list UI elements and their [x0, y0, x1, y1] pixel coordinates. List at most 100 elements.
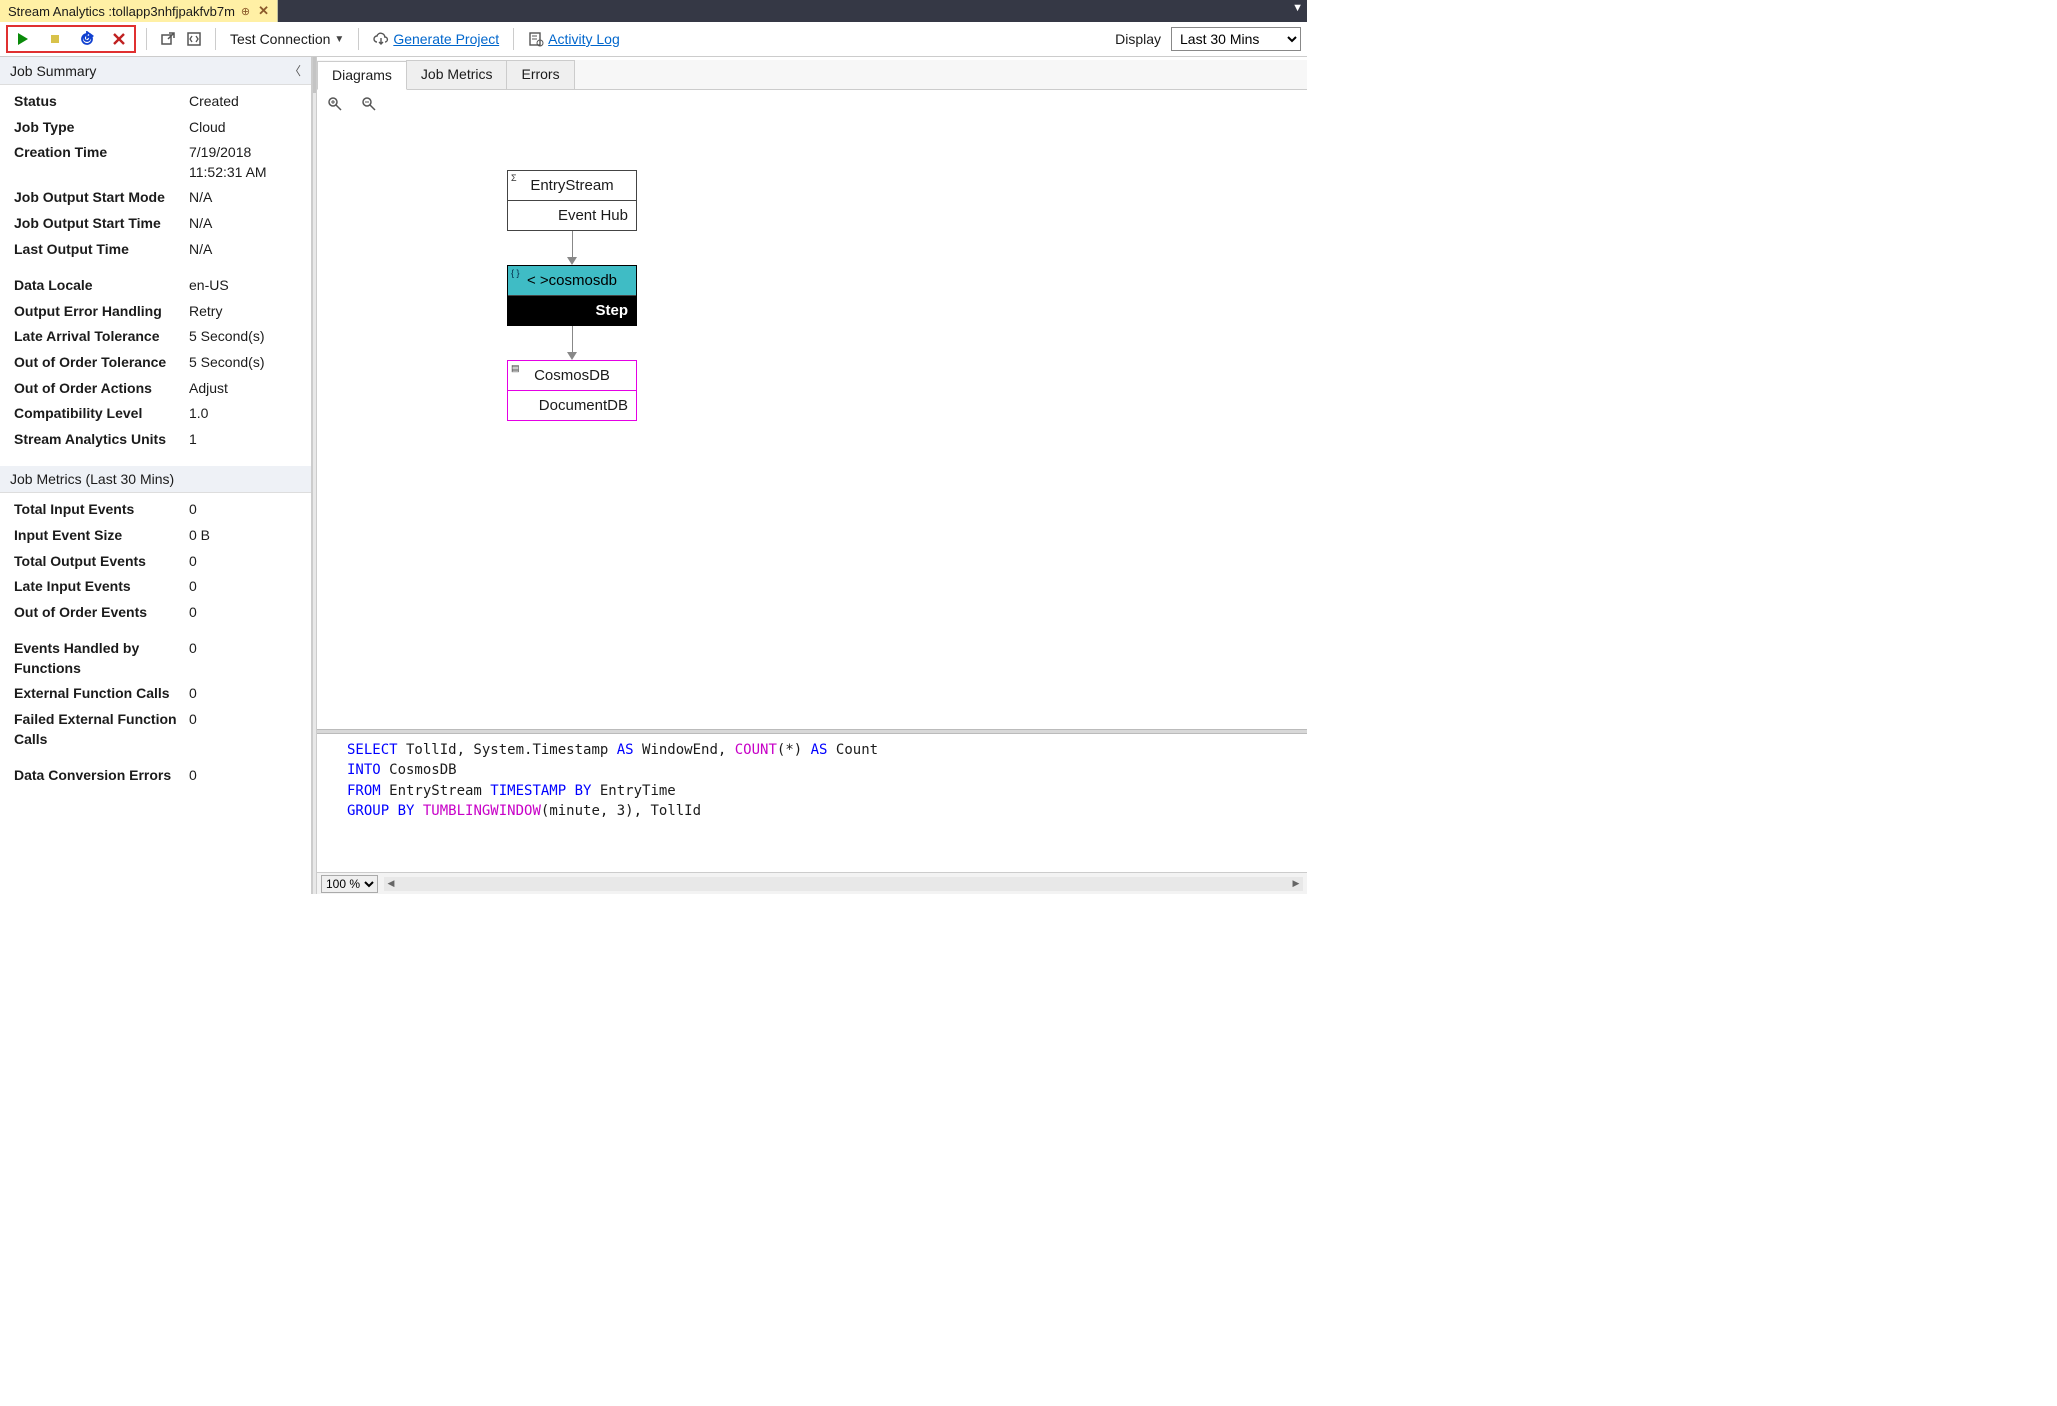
kv-row: Data Conversion Errors0: [0, 752, 311, 789]
tab-prefix: Stream Analytics :: [8, 4, 112, 19]
kv-value: 0: [189, 552, 297, 572]
generate-project-button[interactable]: Generate Project: [369, 29, 503, 49]
left-panel: Job Summary 〈 StatusCreated Job TypeCloud…: [0, 57, 312, 894]
kv-key: Last Output Time: [14, 240, 189, 260]
run-controls-highlight: [6, 25, 136, 53]
node-title: EntryStream: [508, 171, 636, 200]
kv-value: 5 Second(s): [189, 327, 297, 347]
diagram-node-cosmosdb[interactable]: ▤ CosmosDB DocumentDB: [507, 360, 637, 421]
kv-key: Out of Order Tolerance: [14, 353, 189, 373]
kv-key: Out of Order Actions: [14, 379, 189, 399]
tab-errors[interactable]: Errors: [506, 60, 574, 89]
scroll-left-icon[interactable]: ◀: [384, 877, 398, 891]
kv-row: Late Input Events0: [0, 574, 311, 600]
test-connection-button[interactable]: Test Connection ▼: [226, 29, 348, 49]
separator: [358, 28, 359, 50]
refresh-button[interactable]: [76, 28, 98, 50]
node-subtitle: Step: [508, 295, 636, 325]
kv-value: 0: [189, 766, 297, 786]
kv-key: Out of Order Events: [14, 603, 189, 623]
kv-value: N/A: [189, 188, 297, 208]
zoom-in-icon[interactable]: [327, 96, 343, 115]
start-button[interactable]: [12, 28, 34, 50]
kv-row: Total Output Events0: [0, 549, 311, 575]
node-title: < >cosmosdb: [508, 266, 636, 295]
kv-key: Compatibility Level: [14, 404, 189, 424]
job-summary-title: Job Summary: [10, 63, 96, 79]
kv-value: 0: [189, 500, 297, 520]
diagram-canvas[interactable]: Σ EntryStream Event Hub { } < >cosmosdb …: [317, 90, 1307, 729]
node-title: CosmosDB: [508, 361, 636, 390]
tab-job-metrics[interactable]: Job Metrics: [406, 60, 508, 89]
sql-code[interactable]: SELECT TollId, System.Timestamp AS Windo…: [317, 734, 1307, 872]
kv-key: Status: [14, 92, 189, 112]
tab-diagrams[interactable]: Diagrams: [317, 61, 407, 90]
job-metrics-header[interactable]: Job Metrics (Last 30 Mins): [0, 466, 311, 493]
collapse-left-icon[interactable]: 〈: [289, 62, 301, 79]
query-editor[interactable]: SELECT TollId, System.Timestamp AS Windo…: [317, 734, 1307, 894]
kv-row: Total Input Events0: [0, 497, 311, 523]
right-tabs: Diagrams Job Metrics Errors: [317, 60, 1307, 90]
kv-value: N/A: [189, 240, 297, 260]
kv-key: Total Output Events: [14, 552, 189, 572]
kv-row: Data Localeen-US: [0, 262, 311, 299]
horizontal-scrollbar[interactable]: ◀ ▶: [384, 877, 1303, 891]
kv-row: Failed External Function Calls0: [0, 707, 311, 752]
kv-row: Job Output Start TimeN/A: [0, 211, 311, 237]
kv-row: Input Event Size0 B: [0, 523, 311, 549]
scroll-right-icon[interactable]: ▶: [1289, 877, 1303, 891]
kv-key: Late Input Events: [14, 577, 189, 597]
close-tab-icon[interactable]: ✕: [258, 3, 269, 19]
kv-value: 0: [189, 684, 297, 704]
display-label: Display: [1115, 31, 1161, 47]
view-query-button[interactable]: [183, 28, 205, 50]
editor-footer: 100 % ◀ ▶: [317, 872, 1307, 894]
zoom-select[interactable]: 100 %: [321, 875, 378, 893]
kv-key: Stream Analytics Units: [14, 430, 189, 450]
open-in-portal-button[interactable]: [157, 28, 179, 50]
diagram-arrow: [507, 326, 637, 360]
output-node-icon: ▤: [511, 363, 520, 374]
kv-value: 7/19/2018 11:52:31 AM: [189, 143, 297, 182]
job-metrics-list: Total Input Events0Input Event Size0 BTo…: [0, 493, 311, 803]
kv-value: 0: [189, 577, 297, 597]
display-range-select[interactable]: Last 30 Mins: [1171, 27, 1301, 51]
kv-key: Total Input Events: [14, 500, 189, 520]
pin-icon[interactable]: ⊕: [241, 5, 250, 18]
kv-row: Stream Analytics Units1: [0, 427, 311, 453]
kv-row: Output Error HandlingRetry: [0, 299, 311, 325]
diagram-node-entrystream[interactable]: Σ EntryStream Event Hub: [507, 170, 637, 231]
input-node-icon: Σ: [511, 173, 517, 183]
kv-row: Job Output Start ModeN/A: [0, 185, 311, 211]
kv-row: Job TypeCloud: [0, 115, 311, 141]
zoom-out-icon[interactable]: [361, 96, 377, 115]
activity-log-button[interactable]: Activity Log: [524, 29, 624, 49]
kv-key: Output Error Handling: [14, 302, 189, 322]
kv-row: Out of Order ActionsAdjust: [0, 376, 311, 402]
tabbar-overflow-icon[interactable]: ▼: [1292, 2, 1303, 14]
cloud-download-icon: [373, 31, 389, 47]
kv-value: 0: [189, 710, 297, 749]
kv-key: Input Event Size: [14, 526, 189, 546]
kv-row: Last Output TimeN/A: [0, 237, 311, 263]
kv-value: 0: [189, 639, 297, 678]
separator: [146, 28, 147, 50]
kv-value: 5 Second(s): [189, 353, 297, 373]
step-node-icon: { }: [511, 268, 520, 278]
kv-value: Created: [189, 92, 297, 112]
stop-button[interactable]: [44, 28, 66, 50]
kv-value: 0: [189, 603, 297, 623]
kv-value: 1: [189, 430, 297, 450]
kv-row: Out of Order Tolerance5 Second(s): [0, 350, 311, 376]
document-tab[interactable]: Stream Analytics : tollapp3nhfjpakfvb7m …: [0, 0, 278, 22]
job-summary-header[interactable]: Job Summary 〈: [0, 57, 311, 85]
delete-button[interactable]: [108, 28, 130, 50]
node-subtitle: DocumentDB: [508, 390, 636, 420]
kv-row: Events Handled by Functions0: [0, 625, 311, 681]
kv-key: Job Output Start Time: [14, 214, 189, 234]
kv-row: Creation Time7/19/2018 11:52:31 AM: [0, 140, 311, 185]
kv-row: Compatibility Level1.0: [0, 401, 311, 427]
diagram-node-step[interactable]: { } < >cosmosdb Step: [507, 265, 637, 326]
kv-row: External Function Calls0: [0, 681, 311, 707]
kv-row: Out of Order Events0: [0, 600, 311, 626]
